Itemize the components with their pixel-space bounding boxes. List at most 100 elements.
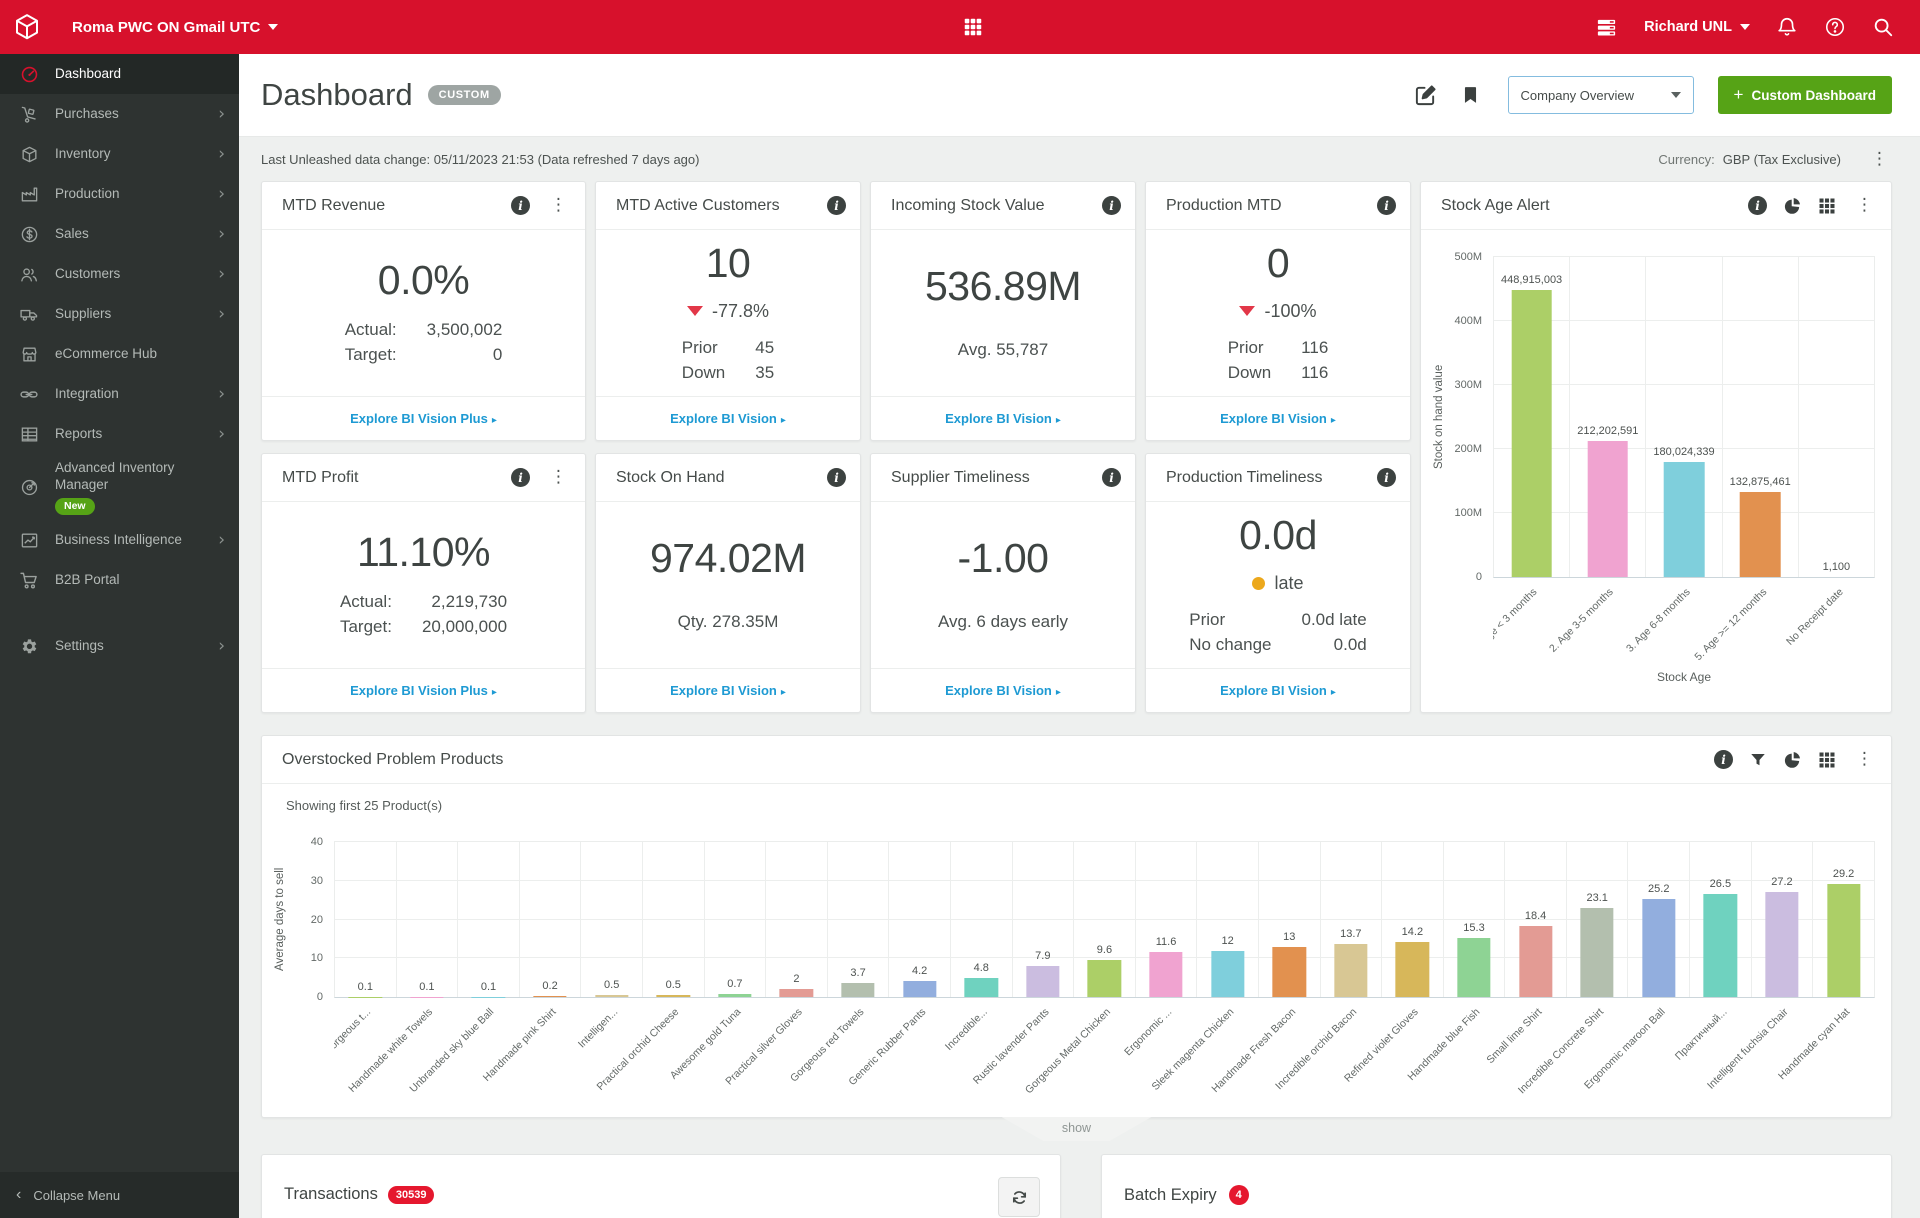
info-bar: Last Unleashed data change: 05/11/2023 2… [239, 137, 1920, 181]
stock_age_alert-chart: Stock on hand value 0 100M 200M 300M 400M 500M… [1421, 230, 1891, 690]
arrow-right-icon: ▸ [1330, 415, 1336, 426]
kpi-row-label: Actual: [339, 592, 392, 611]
infobar-kebab-menu[interactable]: ⋮ [1867, 150, 1892, 168]
apps-grid-icon[interactable] [962, 16, 984, 38]
info-icon[interactable]: i [1377, 468, 1396, 487]
sidebar-item-customers[interactable]: Customers › [0, 254, 239, 294]
refresh-button[interactable] [998, 1177, 1041, 1217]
pie-chart-icon[interactable] [1783, 750, 1802, 769]
info-icon[interactable]: i [1377, 196, 1396, 215]
box-icon [18, 145, 40, 164]
chart-category-cell: 23.1 [1567, 842, 1629, 997]
explore-bi-vision-link[interactable]: Explore BI Vision ▸ [1220, 683, 1336, 698]
dashboard-select[interactable]: Company Overview [1507, 76, 1694, 114]
task-list-icon[interactable] [1595, 16, 1618, 39]
kpi-card-title: MTD Active Customers [616, 196, 780, 214]
sidebar-item-ecommerce-hub[interactable]: eCommerce Hub [0, 334, 239, 374]
user-name: Richard UNL [1644, 19, 1732, 35]
sidebar-item-production[interactable]: Production › [0, 174, 239, 214]
show-tab-button[interactable]: show [1001, 1117, 1152, 1141]
notifications-bell-icon[interactable] [1776, 16, 1798, 38]
info-icon[interactable]: i [827, 196, 846, 215]
explore-bi-vision-link[interactable]: Explore BI Vision Plus ▸ [350, 683, 497, 698]
x-axis-title: Stock Age [1656, 670, 1712, 684]
help-icon[interactable] [1824, 16, 1846, 38]
bar [1518, 925, 1553, 997]
kpi-card-supplier-timeliness: Supplier Timeliness i -1.00 Avg. 6 days ear… [870, 453, 1136, 713]
sidebar-item-purchases[interactable]: Purchases › [0, 94, 239, 134]
chart-area: 0 10 20 30 40 0.1 0.1 0.1 0.2 0.5 0.5 0.7 2 3.7 4.2 4.8… [288, 836, 1875, 1130]
sidebar-item-label: Integration [55, 386, 218, 403]
card-kebab-menu[interactable]: ⋮ [1852, 751, 1877, 768]
info-icon[interactable]: i [1714, 750, 1733, 769]
user-menu[interactable]: Richard UNL [1644, 19, 1750, 35]
kpi-card-incoming-stock-value: Incoming Stock Value i 536.89M Avg. 55,787 E… [870, 181, 1136, 441]
bar-value-label: 11.6 [1155, 936, 1177, 949]
bar-value-label: 4.8 [973, 962, 989, 975]
card-kebab-menu[interactable]: ⋮ [1852, 197, 1877, 214]
info-icon[interactable]: i [511, 196, 530, 215]
explore-bi-vision-link[interactable]: Explore BI Vision ▸ [1220, 411, 1336, 426]
arrow-down-icon [686, 306, 703, 316]
kpi-card-icons: i [1102, 196, 1121, 215]
y-axis-tick: 100M [1454, 507, 1482, 519]
sidebar-item-integration[interactable]: Integration › [0, 374, 239, 414]
y-axis-title: Stock on hand value [1433, 364, 1445, 470]
kpi-card-body: -1.00 Avg. 6 days early [871, 502, 1135, 668]
kpi-row-value: 116 [1301, 362, 1329, 382]
bar [1703, 894, 1738, 997]
sidebar-item-business-intelligence[interactable]: Business Intelligence › [0, 521, 239, 561]
search-icon[interactable] [1872, 16, 1894, 38]
y-axis-tick: 0 [1475, 571, 1482, 583]
edit-dashboard-icon[interactable] [1414, 84, 1437, 107]
kpi-card-icons: i [1377, 468, 1396, 487]
sidebar-item-dashboard[interactable]: Dashboard [0, 54, 239, 94]
kpi-card-footer: Explore BI Vision ▸ [596, 396, 860, 440]
explore-bi-vision-link[interactable]: Explore BI Vision ▸ [945, 411, 1061, 426]
chart-category-cell: 0.1 [397, 842, 459, 997]
sidebar-item-settings[interactable]: Settings › [0, 627, 239, 667]
explore-bi-vision-link[interactable]: Explore BI Vision ▸ [670, 411, 786, 426]
custom-dashboard-button[interactable]: + Custom Dashboard [1717, 76, 1892, 114]
sidebar-item-inventory[interactable]: Inventory › [0, 134, 239, 174]
sidebar-item-advanced-inventory-manager[interactable]: Advanced Inventory Manager New [0, 454, 239, 521]
bookmark-icon[interactable] [1461, 84, 1480, 106]
sidebar-item-sales[interactable]: Sales › [0, 214, 239, 254]
explore-bi-vision-link[interactable]: Explore BI Vision ▸ [670, 683, 786, 698]
info-icon[interactable]: i [511, 468, 530, 487]
kpi-card-mtd-profit: MTD Profit i ⋮ 11.10% Actual: 2,219,730 Target… [261, 453, 586, 713]
sidebar-item-suppliers[interactable]: Suppliers › [0, 294, 239, 334]
unleashed-logo-icon[interactable] [0, 0, 54, 54]
sidebar-item-b2b-portal[interactable]: B2B Portal [0, 561, 239, 601]
pie-chart-icon[interactable] [1783, 196, 1802, 215]
bar-value-label: 4.2 [911, 964, 928, 977]
info-icon[interactable]: i [827, 468, 846, 487]
kpi-big-value: 974.02M [649, 534, 807, 581]
grid-view-icon[interactable] [1818, 197, 1836, 215]
custom-badge: CUSTOM [427, 85, 501, 105]
info-icon[interactable]: i [1102, 468, 1121, 487]
explore-bi-vision-link[interactable]: Explore BI Vision ▸ [945, 683, 1061, 698]
kpi-card-header: Production MTD i [1146, 182, 1410, 230]
grid-view-icon[interactable] [1818, 751, 1836, 769]
filter-funnel-icon[interactable] [1749, 751, 1767, 769]
bar-value-label: 3.7 [850, 966, 866, 979]
chevron-right-icon: › [218, 423, 225, 444]
bar [656, 995, 690, 997]
chevron-right-icon: › [218, 636, 225, 657]
sidebar-item-reports[interactable]: Reports › [0, 414, 239, 454]
card-kebab-menu[interactable]: ⋮ [546, 469, 571, 486]
bar [1210, 950, 1245, 997]
info-icon[interactable]: i [1102, 196, 1121, 215]
kpi-delta-text: -77.8% [711, 300, 770, 321]
top-bar: Roma PWC ON Gmail UTC Richard UNL [0, 0, 1920, 54]
organisation-menu[interactable]: Roma PWC ON Gmail UTC [72, 19, 279, 36]
card-kebab-menu[interactable]: ⋮ [546, 197, 571, 214]
kpi-card-header: MTD Active Customers i [596, 182, 860, 230]
collapse-menu-button[interactable]: ‹ Collapse Menu [0, 1172, 239, 1218]
kpi-card-header: Supplier Timeliness i [871, 454, 1135, 502]
bar-value-label: 0.1 [357, 980, 373, 993]
explore-bi-vision-link[interactable]: Explore BI Vision Plus ▸ [350, 411, 497, 426]
info-icon[interactable]: i [1748, 196, 1767, 215]
card-title: Stock Age Alert [1441, 196, 1550, 214]
